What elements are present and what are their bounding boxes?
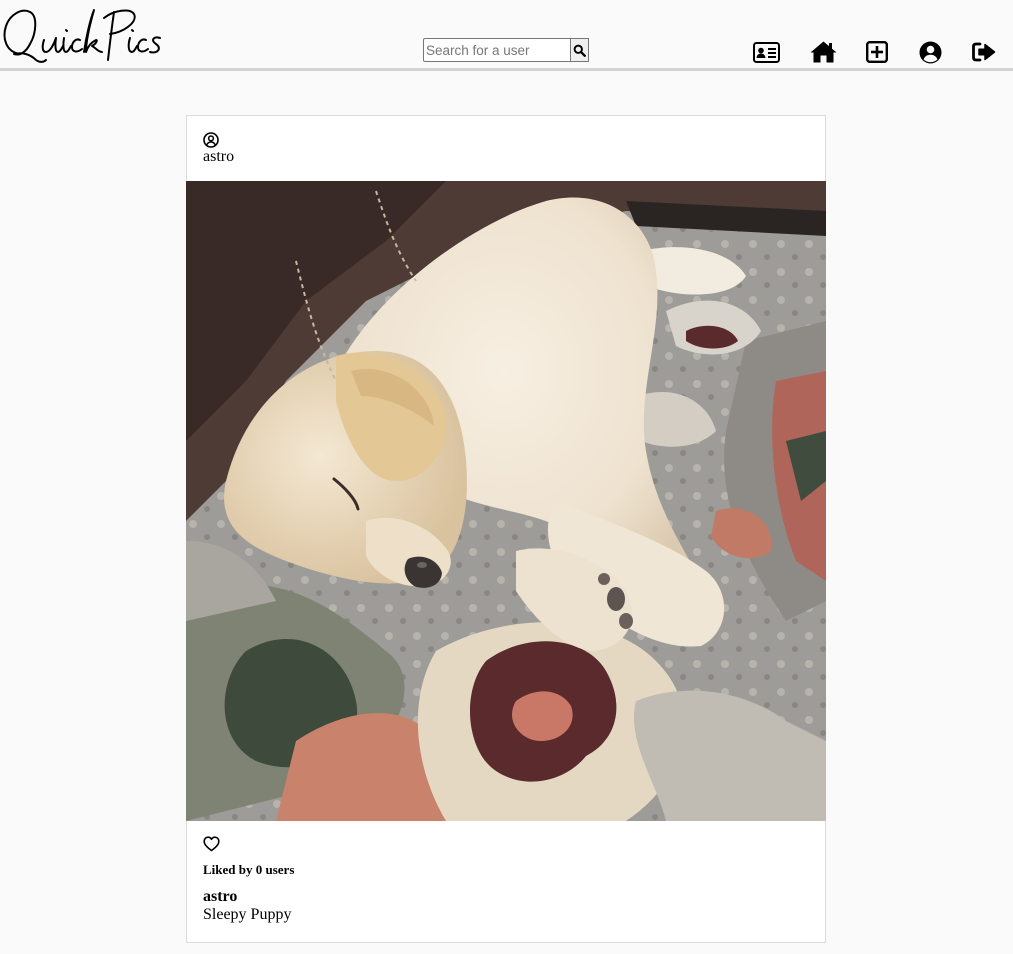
post-footer: Liked by 0 users astro Sleepy Puppy bbox=[203, 836, 803, 924]
home-button[interactable] bbox=[810, 39, 837, 65]
logout-button[interactable] bbox=[972, 39, 996, 65]
user-avatar-icon[interactable] bbox=[203, 132, 219, 148]
add-post-button[interactable] bbox=[866, 39, 888, 65]
post-author-name[interactable]: astro bbox=[203, 148, 234, 166]
quick-pics-logo[interactable] bbox=[0, 2, 168, 66]
search-button[interactable] bbox=[571, 38, 589, 62]
like-count[interactable]: Liked by 0 users bbox=[203, 862, 803, 878]
account-icon bbox=[919, 41, 942, 63]
top-nav-bar bbox=[0, 0, 1013, 71]
user-search bbox=[423, 38, 589, 62]
search-input[interactable] bbox=[423, 38, 571, 62]
sleeping-puppy-image bbox=[186, 181, 826, 821]
caption-author[interactable]: astro bbox=[203, 888, 803, 906]
add-post-icon bbox=[866, 41, 888, 63]
post-card: astro Liked by 0 users astro Sleepy Pupp… bbox=[186, 115, 826, 943]
post-photo bbox=[186, 181, 826, 821]
account-button[interactable] bbox=[919, 39, 942, 65]
post-header: astro bbox=[203, 132, 234, 166]
heart-icon[interactable] bbox=[203, 836, 220, 852]
logout-icon bbox=[972, 42, 996, 62]
search-icon bbox=[573, 44, 586, 57]
profile-card-icon bbox=[753, 41, 780, 63]
profile-card-button[interactable] bbox=[753, 39, 780, 65]
post-caption: Sleepy Puppy bbox=[203, 906, 292, 923]
home-icon bbox=[810, 41, 837, 63]
